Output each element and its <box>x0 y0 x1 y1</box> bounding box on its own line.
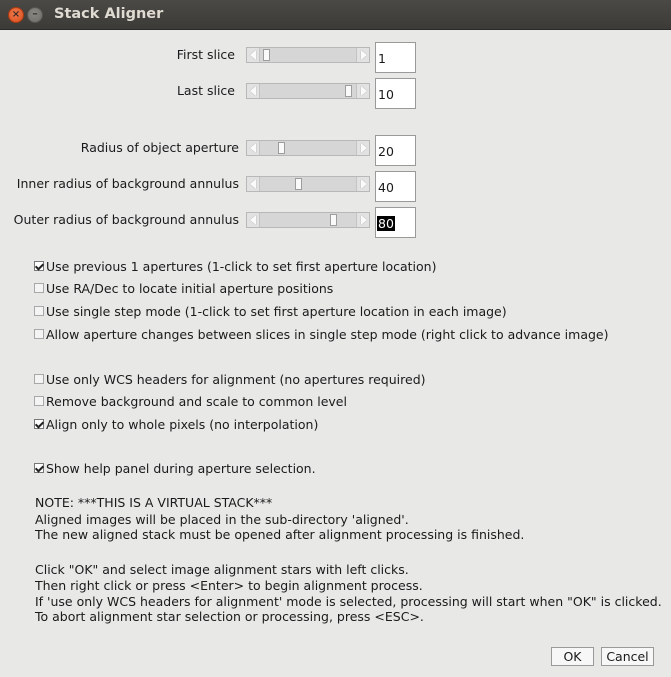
object-aperture-slider[interactable] <box>246 140 370 156</box>
slider-thumb[interactable] <box>345 85 352 97</box>
slider-left-arrow-icon[interactable] <box>247 84 260 98</box>
checkbox-unchecked-icon[interactable] <box>34 283 44 293</box>
instruction-line: If 'use only WCS headers for alignment' … <box>35 594 662 609</box>
outer-annulus-slider[interactable] <box>246 212 370 228</box>
object-aperture-field[interactable]: 20 <box>375 135 416 166</box>
slider-right-arrow-icon[interactable] <box>356 213 369 227</box>
slider-thumb[interactable] <box>330 214 337 226</box>
slider-right-arrow-icon[interactable] <box>356 84 369 98</box>
checkbox-checked-icon[interactable] <box>34 419 44 429</box>
slider-left-arrow-icon[interactable] <box>247 141 260 155</box>
inner-annulus-label: Inner radius of background annulus <box>16 176 239 191</box>
slider-left-arrow-icon[interactable] <box>247 213 260 227</box>
window-title: Stack Aligner <box>54 6 164 22</box>
checkbox-checked-icon[interactable] <box>34 261 44 271</box>
outer-annulus-field[interactable]: 80 <box>375 207 416 238</box>
slider-right-arrow-icon[interactable] <box>356 48 369 62</box>
slider-left-arrow-icon[interactable] <box>247 48 260 62</box>
outer-annulus-label: Outer radius of background annulus <box>13 212 239 227</box>
ok-button[interactable]: OK <box>551 647 594 666</box>
slider-thumb[interactable] <box>295 178 302 190</box>
instruction-line: To abort alignment star selection or pro… <box>35 609 424 624</box>
checkbox-unchecked-icon[interactable] <box>34 374 44 384</box>
object-aperture-label: Radius of object aperture <box>80 140 239 155</box>
close-icon: × <box>11 9 21 20</box>
last-slice-label: Last slice <box>176 83 235 98</box>
last-slice-slider[interactable] <box>246 83 370 99</box>
slider-right-arrow-icon[interactable] <box>356 141 369 155</box>
close-window-button[interactable]: × <box>8 7 24 23</box>
checkbox-unchecked-icon[interactable] <box>34 329 44 339</box>
instruction-line: Then right click or press <Enter> to beg… <box>35 578 423 593</box>
slider-right-arrow-icon[interactable] <box>356 177 369 191</box>
instruction-line: Click "OK" and select image alignment st… <box>35 562 409 577</box>
cancel-button[interactable]: Cancel <box>601 647 654 666</box>
note-line: Aligned images will be placed in the sub… <box>35 512 409 527</box>
checkbox-unchecked-icon[interactable] <box>34 396 44 406</box>
slider-thumb[interactable] <box>263 49 270 61</box>
note-line: NOTE: ***THIS IS A VIRTUAL STACK*** <box>35 495 273 510</box>
note-line: The new aligned stack must be opened aft… <box>35 527 525 542</box>
first-slice-field[interactable]: 1 <box>375 42 416 73</box>
last-slice-field[interactable]: 10 <box>375 78 416 109</box>
checkbox-checked-icon[interactable] <box>34 463 44 473</box>
minimize-icon: – <box>32 7 38 20</box>
minimize-window-button[interactable]: – <box>27 7 43 23</box>
inner-annulus-field[interactable]: 40 <box>375 171 416 202</box>
slider-thumb[interactable] <box>278 142 285 154</box>
slider-left-arrow-icon[interactable] <box>247 177 260 191</box>
title-bar: × – Stack Aligner <box>0 0 671 30</box>
first-slice-label: First slice <box>176 47 235 62</box>
first-slice-slider[interactable] <box>246 47 370 63</box>
inner-annulus-slider[interactable] <box>246 176 370 192</box>
checkbox-unchecked-icon[interactable] <box>34 306 44 316</box>
